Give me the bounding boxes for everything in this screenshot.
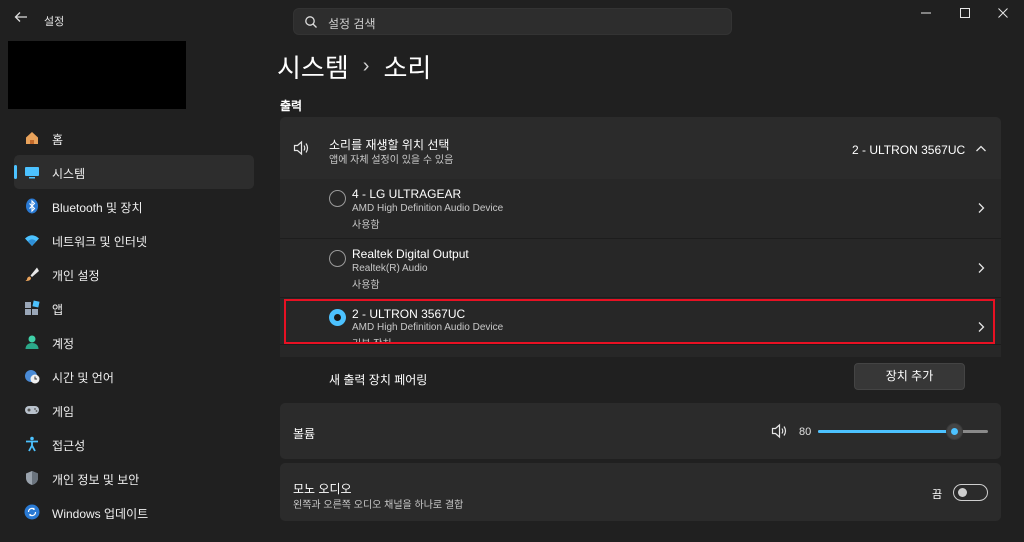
radio-button[interactable] <box>329 190 346 207</box>
divider <box>280 344 1001 345</box>
sidebar-item-personalization[interactable]: 개인 설정 <box>14 257 254 291</box>
paintbrush-icon <box>24 266 40 282</box>
accessibility-icon <box>24 436 40 452</box>
volume-slider-fill <box>818 430 954 433</box>
sidebar-item-label: 시스템 <box>52 167 86 181</box>
sidebar-item-label: 네트워크 및 인터넷 <box>52 235 147 249</box>
privacy-shield-icon <box>24 470 40 486</box>
chevron-right-icon[interactable] <box>976 201 986 219</box>
sidebar-item-apps[interactable]: 앱 <box>14 291 254 325</box>
sidebar-item-label: 홈 <box>52 133 64 147</box>
mono-audio-title: 모노 오디오 <box>293 482 352 496</box>
search-icon <box>304 15 318 29</box>
sidebar-item-label: 접근성 <box>52 439 86 453</box>
sidebar-item-accessibility[interactable]: 접근성 <box>14 427 254 461</box>
selection-indicator <box>14 165 17 179</box>
section-label-output: 출력 <box>280 99 303 113</box>
sidebar-item-label: 앱 <box>52 303 64 317</box>
volume-slider[interactable] <box>818 423 988 440</box>
bluetooth-icon <box>24 198 40 214</box>
mono-audio-toggle[interactable] <box>953 484 988 501</box>
sidebar-item-label: 게임 <box>52 405 75 419</box>
device-option-realtek-digital-output[interactable]: Realtek Digital Output Realtek(R) Audio … <box>280 239 1001 297</box>
system-icon <box>24 164 40 180</box>
sidebar-item-gaming[interactable]: 게임 <box>14 393 254 427</box>
sidebar-item-time-language[interactable]: 시간 및 언어 <box>14 359 254 393</box>
search-placeholder: 설정 검색 <box>328 17 376 31</box>
network-icon <box>24 232 40 248</box>
time-language-icon <box>24 368 40 384</box>
chevron-right-icon[interactable] <box>976 261 986 279</box>
sidebar-item-label: 계정 <box>52 337 75 351</box>
back-arrow-icon[interactable] <box>12 10 30 28</box>
volume-label: 볼륨 <box>293 427 316 441</box>
device-status: 사용함 <box>352 280 380 291</box>
accounts-icon <box>24 334 40 350</box>
breadcrumb: 시스템 › 소리 <box>277 48 431 85</box>
sidebar-item-network[interactable]: 네트워크 및 인터넷 <box>14 223 254 257</box>
sidebar-item-home[interactable]: 홈 <box>14 121 254 155</box>
windows-update-icon <box>24 504 40 520</box>
minimize-icon[interactable] <box>916 6 936 24</box>
highlight-annotation-box <box>284 299 995 344</box>
sidebar-item-bluetooth[interactable]: Bluetooth 및 장치 <box>14 189 254 223</box>
device-driver: Realtek(R) Audio <box>352 263 428 274</box>
selector-subtitle: 앱에 자체 설정이 있을 수 있음 <box>329 155 454 166</box>
apps-icon <box>24 300 40 316</box>
close-icon[interactable] <box>993 6 1013 24</box>
device-option-lg-ultragear[interactable]: 4 - LG ULTRAGEAR AMD High Definition Aud… <box>280 179 1001 238</box>
title-bar: 설정 설정 검색 <box>0 0 1024 40</box>
mono-audio-subtitle: 왼쪽과 오른쪽 오디오 채널을 하나로 결합 <box>293 500 464 511</box>
mono-audio-state: 끔 <box>932 489 943 501</box>
sidebar-item-accounts[interactable]: 계정 <box>14 325 254 359</box>
radio-button[interactable] <box>329 250 346 267</box>
sidebar-item-label: Windows 업데이트 <box>52 507 149 521</box>
selected-output-value: 2 - ULTRON 3567UC <box>852 143 966 157</box>
pair-device-label: 새 출력 장치 페어링 <box>329 373 428 387</box>
volume-slider-thumb[interactable] <box>946 423 963 440</box>
home-icon <box>24 130 40 146</box>
output-device-selector[interactable]: 소리를 재생할 위치 선택 앱에 자체 설정이 있을 수 있음 2 - ULTR… <box>280 117 1001 179</box>
volume-speaker-icon[interactable] <box>771 423 789 444</box>
volume-value: 80 <box>799 426 812 438</box>
speaker-icon <box>293 140 311 161</box>
device-driver: AMD High Definition Audio Device <box>352 203 504 214</box>
breadcrumb-parent[interactable]: 시스템 <box>277 48 349 85</box>
app-title: 설정 <box>44 16 65 28</box>
sidebar-item-system[interactable]: 시스템 <box>14 155 254 189</box>
sidebar-item-privacy[interactable]: 개인 정보 및 보안 <box>14 461 254 495</box>
user-profile-redacted[interactable] <box>8 41 186 109</box>
sidebar-item-label: 시간 및 언어 <box>52 371 114 385</box>
mono-audio-card: 모노 오디오 왼쪽과 오른쪽 오디오 채널을 하나로 결합 끔 <box>280 463 1001 521</box>
device-name: 4 - LG ULTRAGEAR <box>352 187 462 201</box>
search-input[interactable]: 설정 검색 <box>293 8 732 35</box>
device-status: 사용함 <box>352 220 380 231</box>
add-device-button[interactable]: 장치 추가 <box>854 363 965 390</box>
device-name: Realtek Digital Output <box>352 247 469 261</box>
chevron-up-icon[interactable] <box>975 142 987 160</box>
sidebar-item-windows-update[interactable]: Windows 업데이트 <box>14 495 254 529</box>
sidebar-item-label: 개인 설정 <box>52 269 100 283</box>
page-title: 소리 <box>383 53 432 83</box>
maximize-icon[interactable] <box>955 6 975 24</box>
breadcrumb-separator: › <box>362 55 370 77</box>
sidebar-item-label: 개인 정보 및 보안 <box>52 473 140 487</box>
gaming-icon <box>24 402 40 418</box>
sidebar-item-label: Bluetooth 및 장치 <box>52 201 143 215</box>
sidebar-nav: 홈 시스템 Bluetooth 및 장치 네트워크 및 인터넷 개인 설정 앱 <box>14 121 254 529</box>
